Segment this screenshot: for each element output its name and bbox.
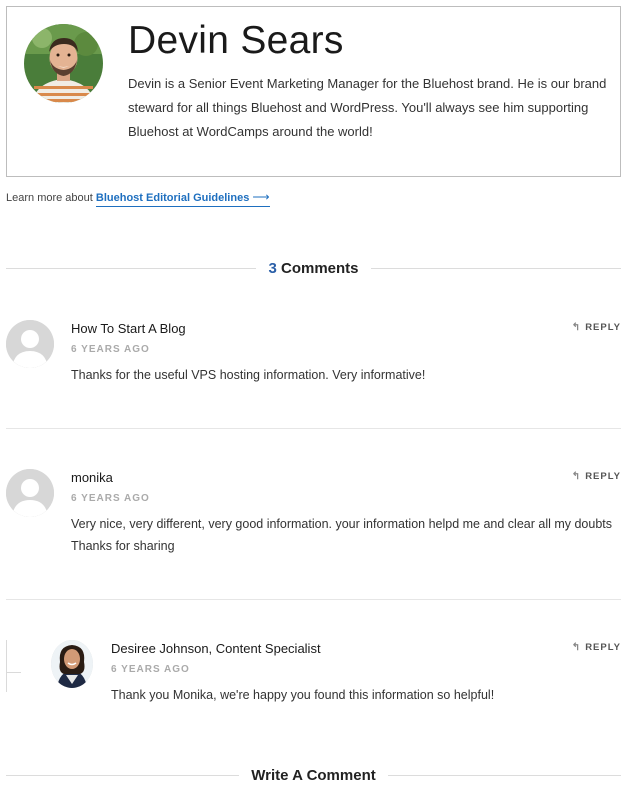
comment-divider	[6, 599, 621, 600]
write-comment-title: Write A Comment	[251, 766, 376, 784]
divider-line	[387, 774, 622, 776]
comment-date: 6 YEARS AGO	[71, 344, 150, 355]
comment-author: Desiree Johnson, Content Specialist	[111, 641, 321, 656]
comments-title: 3 Comments	[256, 260, 370, 277]
comments-label: Comments	[281, 259, 359, 277]
reply-thread-line	[6, 640, 21, 692]
guidelines-prefix: Learn more about	[6, 192, 93, 204]
write-comment-header: Write A Comment	[6, 765, 622, 785]
author-bio: Devin is a Senior Event Marketing Manage…	[128, 76, 607, 139]
staff-avatar	[51, 640, 93, 688]
author-avatar	[24, 24, 103, 103]
comment-text: Thank you Monika, we're happy you found …	[111, 688, 495, 702]
default-avatar-icon	[6, 469, 54, 517]
comment-author[interactable]: How To Start A Blog	[71, 321, 186, 336]
divider-line	[370, 267, 621, 269]
reply-button[interactable]: ↰ REPLY	[572, 322, 621, 333]
default-avatar-icon	[6, 320, 54, 368]
comment-text: Thanks for the useful VPS hosting inform…	[71, 368, 426, 382]
reply-button[interactable]: ↰ REPLY	[572, 471, 621, 482]
reply-label: REPLY	[585, 642, 621, 653]
author-name: Devin Sears	[128, 19, 344, 62]
comment-divider	[6, 428, 621, 429]
arrow-right-icon: ⟶	[252, 190, 270, 204]
comment-date: 6 YEARS AGO	[71, 493, 150, 504]
reply-icon: ↰	[571, 322, 582, 333]
divider-line	[6, 774, 240, 776]
reply-icon: ↰	[571, 642, 582, 653]
comment-text: Very nice, very different, very good inf…	[71, 517, 613, 553]
reply-label: REPLY	[585, 322, 621, 333]
reply-icon: ↰	[571, 471, 582, 482]
guidelines-link[interactable]: Bluehost Editorial Guidelines ⟶	[95, 190, 270, 207]
guidelines-link-text: Bluehost Editorial Guidelines	[95, 192, 250, 204]
comment-count: 3	[268, 259, 277, 277]
divider-line	[6, 267, 257, 269]
reply-button[interactable]: ↰ REPLY	[572, 642, 621, 653]
editorial-guidelines: Learn more about Bluehost Editorial Guid…	[6, 190, 270, 207]
reply-label: REPLY	[585, 471, 621, 482]
author-box: Devin Sears Devin is a Senior Event Mark…	[6, 6, 621, 177]
comments-header: 3 Comments	[6, 258, 621, 278]
comment-date: 6 YEARS AGO	[111, 664, 190, 675]
comment-author: monika	[71, 470, 113, 485]
author-photo-icon	[24, 24, 103, 103]
